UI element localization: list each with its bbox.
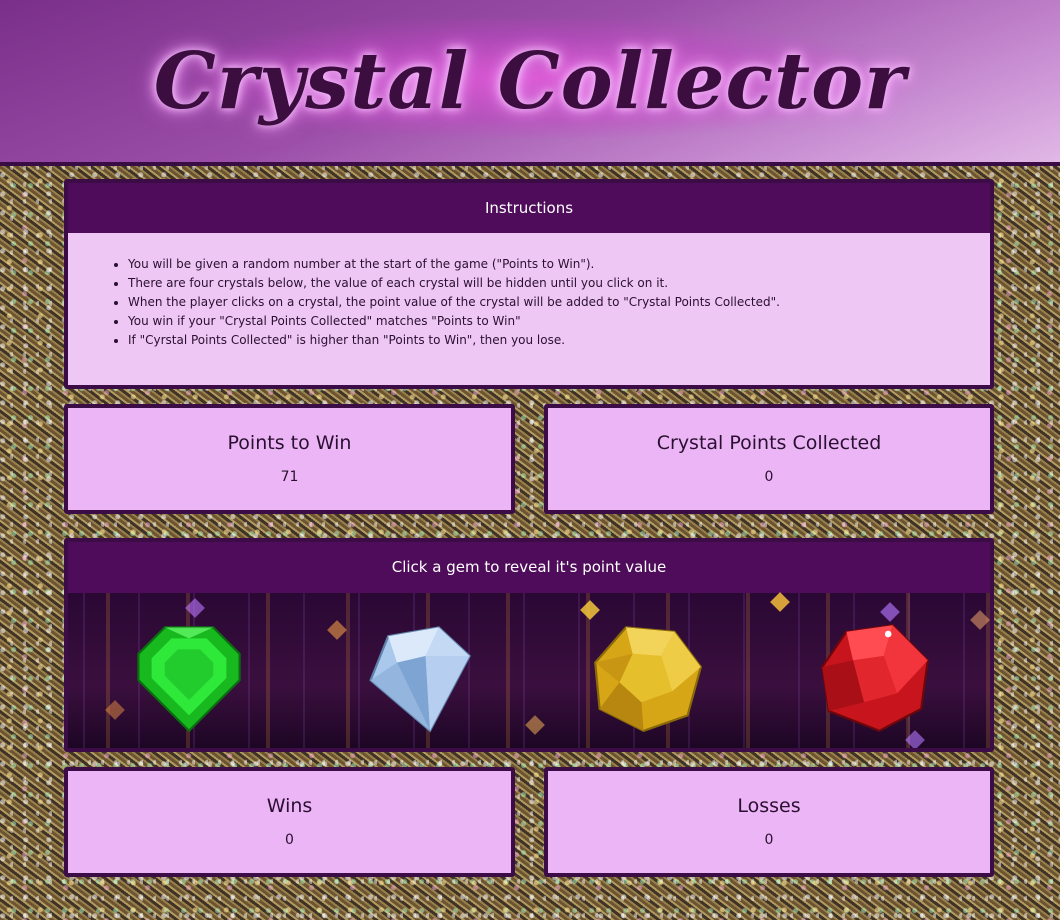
sparkle-decoration [970, 610, 990, 630]
losses-panel: Losses 0 [544, 767, 994, 877]
sparkle-decoration [880, 602, 900, 622]
instructions-list: You will be given a random number at the… [68, 233, 990, 350]
points-to-win-label: Points to Win [227, 432, 352, 454]
sparkle-decoration [185, 598, 205, 618]
sparkle-decoration [905, 730, 925, 748]
instruction-item: There are four crystals below, the value… [128, 274, 990, 293]
wins-value: 0 [285, 832, 294, 848]
gem-stage [68, 592, 990, 748]
sparkle-decoration [105, 700, 125, 720]
losses-label: Losses [737, 795, 801, 817]
instruction-item: When the player clicks on a crystal, the… [128, 293, 990, 312]
sparkle-decoration [770, 592, 790, 612]
losses-value: 0 [764, 832, 774, 848]
yellow-topaz-gem[interactable] [593, 623, 703, 733]
sparkle-decoration [327, 620, 347, 640]
instruction-item: You win if your "Crystal Points Collecte… [128, 312, 990, 331]
gems-panel: Click a gem to reveal it's point value [64, 538, 994, 752]
instruction-item: You will be given a random number at the… [128, 255, 990, 274]
green-emerald-gem[interactable] [134, 623, 244, 733]
crystal-points-panel: Crystal Points Collected 0 [544, 404, 994, 514]
crystal-points-label: Crystal Points Collected [656, 432, 882, 454]
emerald-icon [137, 626, 241, 733]
instructions-heading: Instructions [68, 183, 990, 233]
blue-diamond-gem[interactable] [364, 623, 474, 733]
game-title: Crystal Collector [153, 35, 907, 127]
points-to-win-value: 71 [280, 469, 299, 485]
wins-label: Wins [266, 795, 313, 817]
points-to-win-panel: Points to Win 71 [64, 404, 515, 514]
topaz-icon [594, 626, 703, 732]
ruby-icon [821, 624, 929, 733]
diamond-icon [369, 626, 471, 733]
gems-heading: Click a gem to reveal it's point value [68, 542, 990, 593]
sparkle-decoration [525, 715, 545, 735]
instruction-item: If "Cyrstal Points Collected" is higher … [128, 331, 990, 350]
wins-panel: Wins 0 [64, 767, 515, 877]
sparkle-decoration [580, 600, 600, 620]
header-banner: Crystal Collector [0, 0, 1060, 166]
crystal-points-value: 0 [764, 469, 774, 485]
instructions-panel: Instructions You will be given a random … [64, 179, 994, 389]
red-ruby-gem[interactable] [820, 623, 930, 733]
